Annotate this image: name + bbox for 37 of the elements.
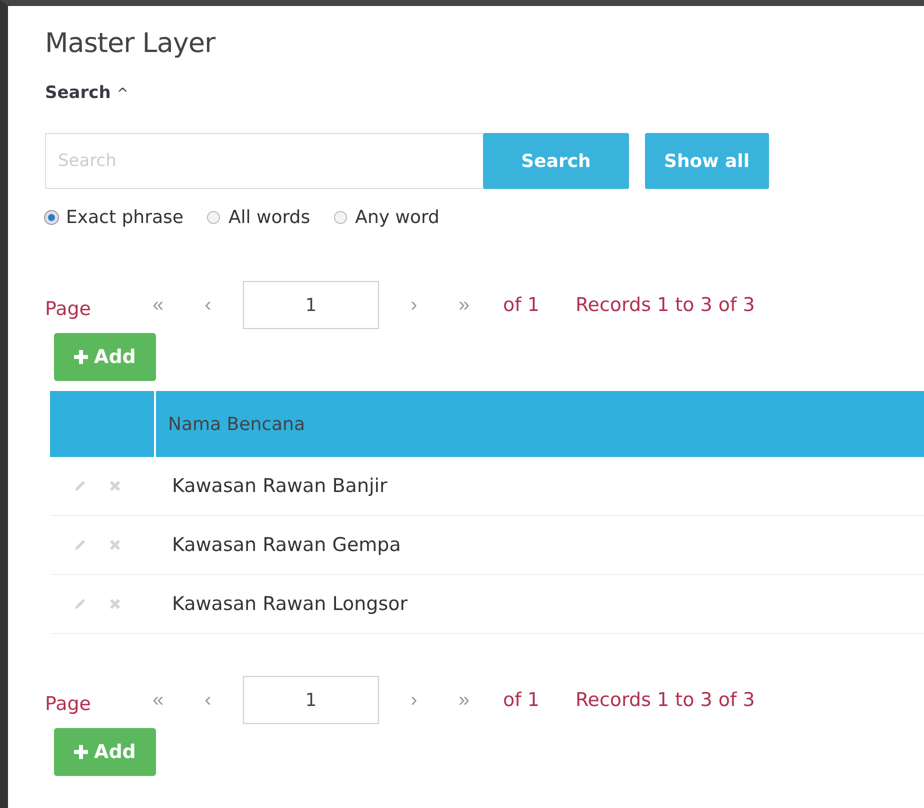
records-count: Records 1 to 3 of 3 [575,689,755,711]
page-label: Page [45,692,92,715]
page-title: Master Layer [45,28,217,59]
page-number-field[interactable]: 1 [243,281,379,329]
first-page-button[interactable]: « [133,294,183,316]
delete-icon[interactable] [108,479,122,493]
plus-icon [74,350,88,364]
page-label: Page [45,297,92,320]
delete-icon[interactable] [108,538,122,552]
radio-option[interactable]: Any word [334,207,440,228]
first-page-button[interactable]: « [133,688,183,712]
radio-option[interactable]: All words [207,207,310,228]
search-button[interactable]: Search [483,133,629,189]
add-button[interactable]: Add [54,728,156,776]
column-header: Nama Bencana [167,412,306,436]
table-cell-text: Kawasan Rawan Banjir [171,475,388,497]
page-count: of 1 [503,294,540,316]
pencil-icon[interactable] [72,537,88,553]
next-page-button[interactable]: › [389,688,439,712]
table-cell-text: Kawasan Rawan Gempa [171,534,401,556]
add-button[interactable]: Add [54,333,156,381]
page-count: of 1 [503,689,540,711]
last-page-button[interactable]: » [439,688,489,712]
plus-icon [74,745,88,759]
previous-page-button[interactable]: ‹ [183,688,233,712]
records-count: Records 1 to 3 of 3 [575,294,755,316]
table-cell-text: Kawasan Rawan Longsor [171,593,408,615]
pencil-icon[interactable] [72,596,88,612]
show-all-button[interactable]: Show all [645,133,769,189]
delete-icon[interactable] [108,597,122,611]
next-page-button[interactable]: › [389,294,439,316]
page-number-field[interactable]: 1 [243,676,379,724]
radio-option[interactable]: Exact phrase [45,207,184,228]
search-toggle[interactable]: Search ^ [45,83,128,103]
pencil-icon[interactable] [72,478,88,494]
last-page-button[interactable]: » [439,294,489,316]
previous-page-button[interactable]: ‹ [183,294,233,316]
